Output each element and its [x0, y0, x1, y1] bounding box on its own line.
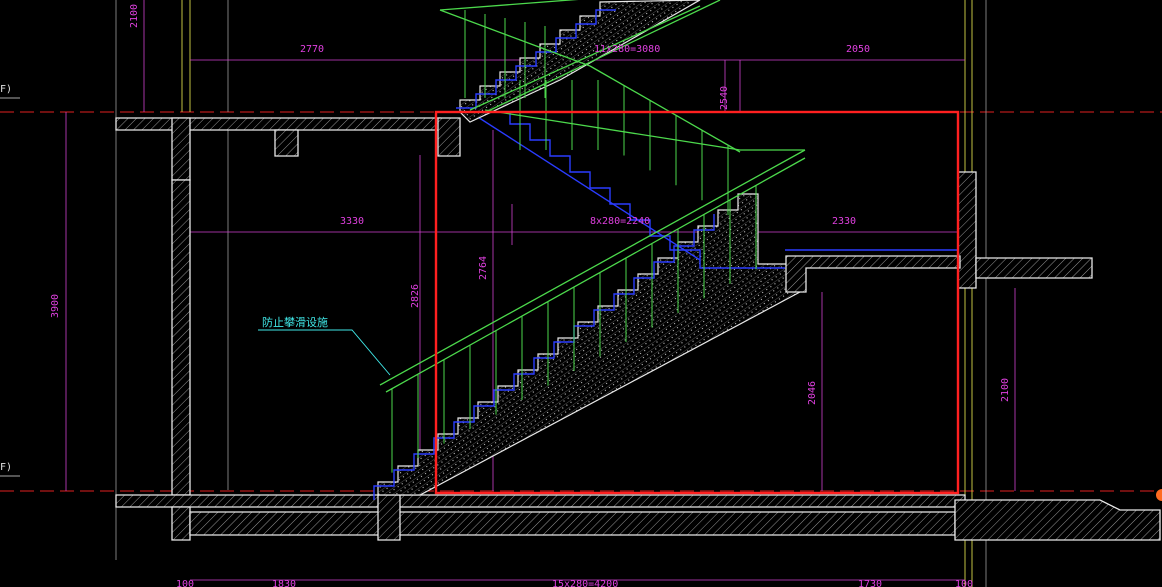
level-mark-lower: F)	[0, 462, 12, 473]
dim-bottom-right: 100	[955, 579, 973, 587]
note-leader	[258, 329, 391, 376]
dim-upper-flight-height: 2540	[719, 86, 730, 110]
dim-top-vertical: 2100	[129, 4, 140, 28]
dim-bottom-mid: 15x280=4200	[552, 579, 618, 587]
dim-right-height: 2100	[1000, 378, 1011, 402]
level-mark-upper: F)	[0, 84, 12, 95]
cad-drawing: 2770 11x280=3080 2050 2100 2540 3330 8x2…	[0, 0, 1162, 587]
dim-bottom-a: 1830	[272, 579, 296, 587]
marker-dot	[1156, 489, 1162, 501]
dim-flight-rise-b: 2764	[478, 256, 489, 280]
dim-flight-rise-a: 2826	[410, 284, 421, 308]
dim-bottom-left: 100	[176, 579, 194, 587]
anti-slip-note: 防止攀滑设施	[262, 315, 328, 329]
dim-bottom-b: 1730	[858, 579, 882, 587]
dim-mid-mid: 8x280=2240	[590, 216, 650, 227]
dim-mid-left: 3330	[340, 216, 364, 227]
dim-top-mid: 11x280=3080	[594, 44, 660, 55]
dim-left-total: 3900	[50, 294, 61, 318]
dim-mid-right: 2330	[832, 216, 856, 227]
dim-headroom: 2046	[807, 381, 818, 405]
dim-top-right: 2050	[846, 44, 870, 55]
dim-top-left: 2770	[300, 44, 324, 55]
main-stair-flight	[373, 193, 961, 500]
